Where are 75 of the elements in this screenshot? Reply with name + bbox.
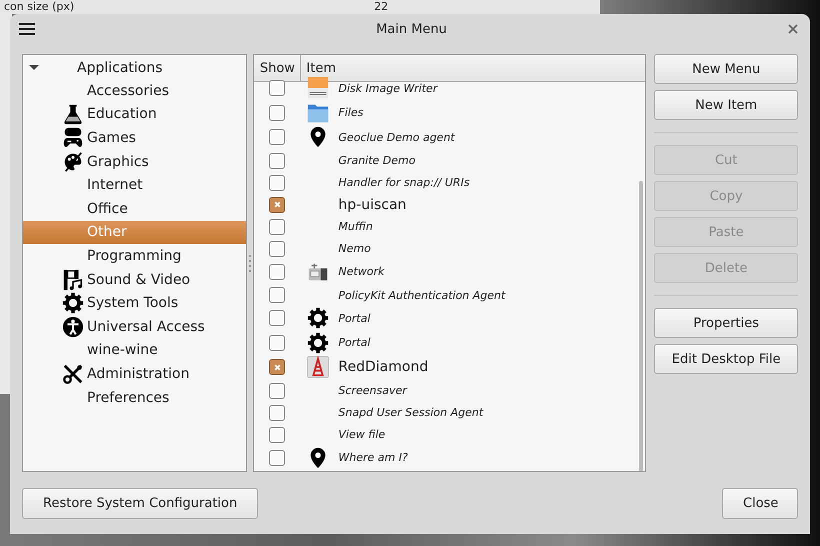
- item-name[interactable]: Disk Image Writer: [338, 82, 438, 95]
- item-name[interactable]: View file: [338, 428, 386, 441]
- film-music-icon: [62, 268, 84, 291]
- column-header[interactable]: Item: [301, 55, 336, 81]
- checkbox[interactable]: [269, 359, 286, 376]
- item-name[interactable]: Snapd User Session Agent: [338, 406, 484, 419]
- tree-item[interactable]: System Tools: [23, 291, 246, 315]
- accessibility-icon: [62, 316, 84, 338]
- gear-icon: [307, 307, 330, 330]
- checkbox[interactable]: [269, 404, 286, 420]
- tree-item[interactable]: Office: [23, 196, 246, 221]
- drive-icon: [307, 77, 330, 100]
- item-name[interactable]: Handler for snap:// URIs: [338, 176, 470, 189]
- checkbox[interactable]: [269, 80, 286, 96]
- tree-item[interactable]: Sound & Video: [23, 268, 246, 292]
- flask-icon: [62, 103, 84, 126]
- checkbox[interactable]: [269, 310, 286, 326]
- checkbox[interactable]: [269, 218, 286, 234]
- checkbox[interactable]: [269, 104, 286, 121]
- checkbox[interactable]: [269, 129, 286, 146]
- action-button[interactable]: New Menu: [654, 54, 798, 84]
- checkbox[interactable]: [269, 382, 286, 398]
- gear-icon: [307, 332, 330, 354]
- restore-button[interactable]: Restore System Configuration: [22, 488, 258, 519]
- background-text: con size (px): [4, 0, 74, 14]
- item-name[interactable]: RedDiamond: [338, 359, 428, 376]
- item-name[interactable]: Muffin: [338, 220, 373, 233]
- checkbox[interactable]: [269, 174, 286, 190]
- gamepad-icon: [62, 126, 84, 149]
- tree-item[interactable]: Applications: [77, 60, 163, 76]
- tree-item[interactable]: Internet: [23, 173, 246, 197]
- item-name[interactable]: Granite Demo: [338, 154, 416, 167]
- item-name[interactable]: Files: [338, 106, 364, 120]
- checkbox[interactable]: [269, 450, 286, 466]
- tree-item[interactable]: wine-wine: [23, 338, 246, 362]
- cross-mark-icon: [272, 362, 282, 372]
- close-button[interactable]: Close: [722, 488, 798, 519]
- item-name[interactable]: Screensaver: [338, 384, 407, 397]
- close-icon[interactable]: [788, 24, 798, 34]
- checkbox[interactable]: [269, 264, 286, 280]
- checkbox[interactable]: [269, 334, 286, 351]
- item-name[interactable]: PolicyKit Authentication Agent: [338, 288, 506, 302]
- item-name[interactable]: Geoclue Demo agent: [338, 130, 455, 144]
- tree-item[interactable]: Administration: [23, 362, 246, 386]
- checkbox[interactable]: [269, 426, 286, 442]
- background-text: 22: [374, 0, 388, 14]
- item-name[interactable]: Where am I?: [338, 451, 408, 464]
- item-name[interactable]: Network: [338, 265, 384, 278]
- menu-icon[interactable]: [19, 23, 35, 35]
- tower-app-icon: [307, 356, 330, 378]
- action-button[interactable]: Edit Desktop File: [654, 344, 798, 374]
- item-name[interactable]: hp-uiscan: [338, 196, 406, 212]
- tree-item[interactable]: Accessories: [23, 79, 246, 103]
- checkbox[interactable]: [269, 287, 286, 303]
- tools-icon: [62, 362, 84, 385]
- tree-item[interactable]: Education: [23, 102, 246, 126]
- checkbox[interactable]: [269, 152, 286, 168]
- cross-mark-icon: [272, 200, 282, 209]
- palette-icon: [62, 150, 84, 173]
- checkbox[interactable]: [269, 240, 286, 256]
- item-name[interactable]: Portal: [338, 336, 370, 350]
- tree-item[interactable]: Programming: [23, 244, 246, 268]
- item-name[interactable]: Portal: [338, 312, 370, 325]
- expander-icon[interactable]: [29, 63, 39, 73]
- checkbox[interactable]: [269, 196, 286, 212]
- item-name[interactable]: Nemo: [338, 242, 371, 255]
- tree-item[interactable]: Universal Access: [23, 314, 246, 339]
- scrollbar[interactable]: [639, 181, 644, 471]
- tree-item[interactable]: Games: [23, 126, 246, 150]
- action-button[interactable]: New Item: [654, 90, 798, 120]
- tree-item[interactable]: Preferences: [23, 386, 246, 410]
- action-button[interactable]: Properties: [654, 308, 798, 338]
- window-title: Main Menu: [376, 22, 447, 36]
- gear-icon: [62, 292, 84, 314]
- tree-item[interactable]: Graphics: [23, 150, 246, 174]
